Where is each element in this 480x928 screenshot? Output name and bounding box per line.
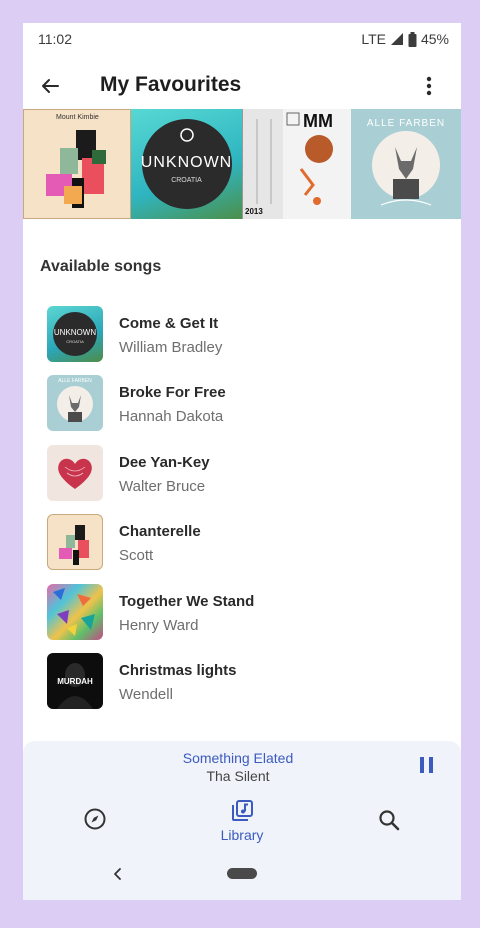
song-artist: Scott — [119, 547, 154, 564]
thumb-label: MURDAH — [57, 677, 93, 686]
song-title: Dee Yan-Key — [119, 454, 210, 471]
phone-screen: 11:02 LTE 45% My Favourites Mount Kimbie — [23, 23, 461, 900]
library-icon[interactable] — [230, 799, 254, 823]
thumb-label: UNKNOWN — [53, 328, 97, 337]
heart-art — [58, 458, 92, 489]
section-title: Available songs — [40, 258, 162, 275]
app-bar: My Favourites — [23, 61, 461, 113]
song-title: Chanterelle — [119, 523, 201, 540]
album-art-unknown: UNKNOWN CROATIA — [131, 109, 242, 219]
page-title: My Favourites — [100, 73, 242, 96]
album-art-title: UNKNOWN — [140, 154, 233, 171]
pause-bar — [429, 757, 433, 773]
battery-icon — [408, 31, 417, 47]
now-playing-title: Something Elated — [182, 750, 294, 766]
signal-icon — [390, 33, 403, 45]
battery-percent: 45% — [420, 31, 449, 47]
list-item[interactable]: ALLE FARBEN Broke For Free Hannah Dakota — [23, 373, 461, 433]
abstract-shapes-art — [59, 525, 89, 565]
network-label: LTE — [361, 31, 386, 47]
abstract-shapes-art — [46, 130, 106, 208]
search-icon[interactable] — [377, 808, 401, 832]
thumb-sublabel: CROATIA — [66, 339, 84, 344]
mm-collage-art — [243, 109, 333, 219]
fox-portrait-art — [372, 131, 440, 206]
song-title: Broke For Free — [119, 384, 226, 401]
list-item[interactable]: Chanterelle Scott — [23, 512, 461, 572]
song-artist: Hannah Dakota — [119, 408, 224, 425]
song-thumbnail — [47, 584, 103, 640]
confetti-art — [53, 588, 95, 636]
favourites-cover-collage: Mount Kimbie UNKNOWN CROATIA MM 2013 ALL… — [23, 109, 461, 219]
list-item[interactable]: Together We Stand Henry Ward — [23, 582, 461, 642]
status-bar: 11:02 LTE 45% — [23, 23, 461, 57]
song-thumbnail: ALLE FARBEN — [47, 375, 103, 431]
album-art-subtitle: CROATIA — [171, 177, 202, 184]
pause-bar — [420, 757, 424, 773]
album-art-title: MM — [303, 111, 333, 131]
more-vertical-icon[interactable] — [417, 73, 441, 99]
album-art-mount-kimbie: Mount Kimbie — [23, 109, 131, 219]
compass-icon[interactable] — [83, 807, 107, 831]
song-artist: Walter Bruce — [119, 478, 206, 495]
now-playing-artist: Tha Silent — [206, 768, 270, 784]
song-thumbnail — [47, 445, 103, 501]
list-item[interactable]: MURDAH Christmas lights Wendell — [23, 651, 461, 711]
list-item[interactable]: Dee Yan-Key Walter Bruce — [23, 443, 461, 503]
system-back-icon[interactable] — [112, 866, 124, 882]
song-artist: Wendell — [119, 686, 173, 703]
nav-label-library[interactable]: Library — [202, 827, 282, 843]
album-art-year: 2013 — [245, 207, 263, 216]
song-thumbnail: MURDAH — [47, 653, 103, 709]
song-artist: Henry Ward — [119, 617, 199, 634]
song-thumbnail: UNKNOWN CROATIA — [47, 306, 103, 362]
pause-icon[interactable] — [420, 757, 434, 773]
song-title: Christmas lights — [119, 662, 237, 679]
song-artist: William Bradley — [119, 339, 223, 356]
fox-portrait-art — [57, 386, 93, 422]
album-art-mm: MM 2013 — [242, 109, 351, 219]
song-title: Together We Stand — [119, 593, 255, 610]
system-home-handle[interactable] — [227, 868, 257, 879]
song-title: Come & Get It — [119, 315, 219, 332]
status-time: 11:02 — [38, 31, 72, 47]
song-thumbnail — [47, 514, 103, 570]
arrow-left-icon[interactable] — [37, 73, 63, 99]
album-art-alle-farben: ALLE FARBEN — [351, 109, 461, 219]
list-item[interactable]: UNKNOWN CROATIA Come & Get It William Br… — [23, 304, 461, 364]
status-icons: LTE 45% — [361, 31, 449, 47]
